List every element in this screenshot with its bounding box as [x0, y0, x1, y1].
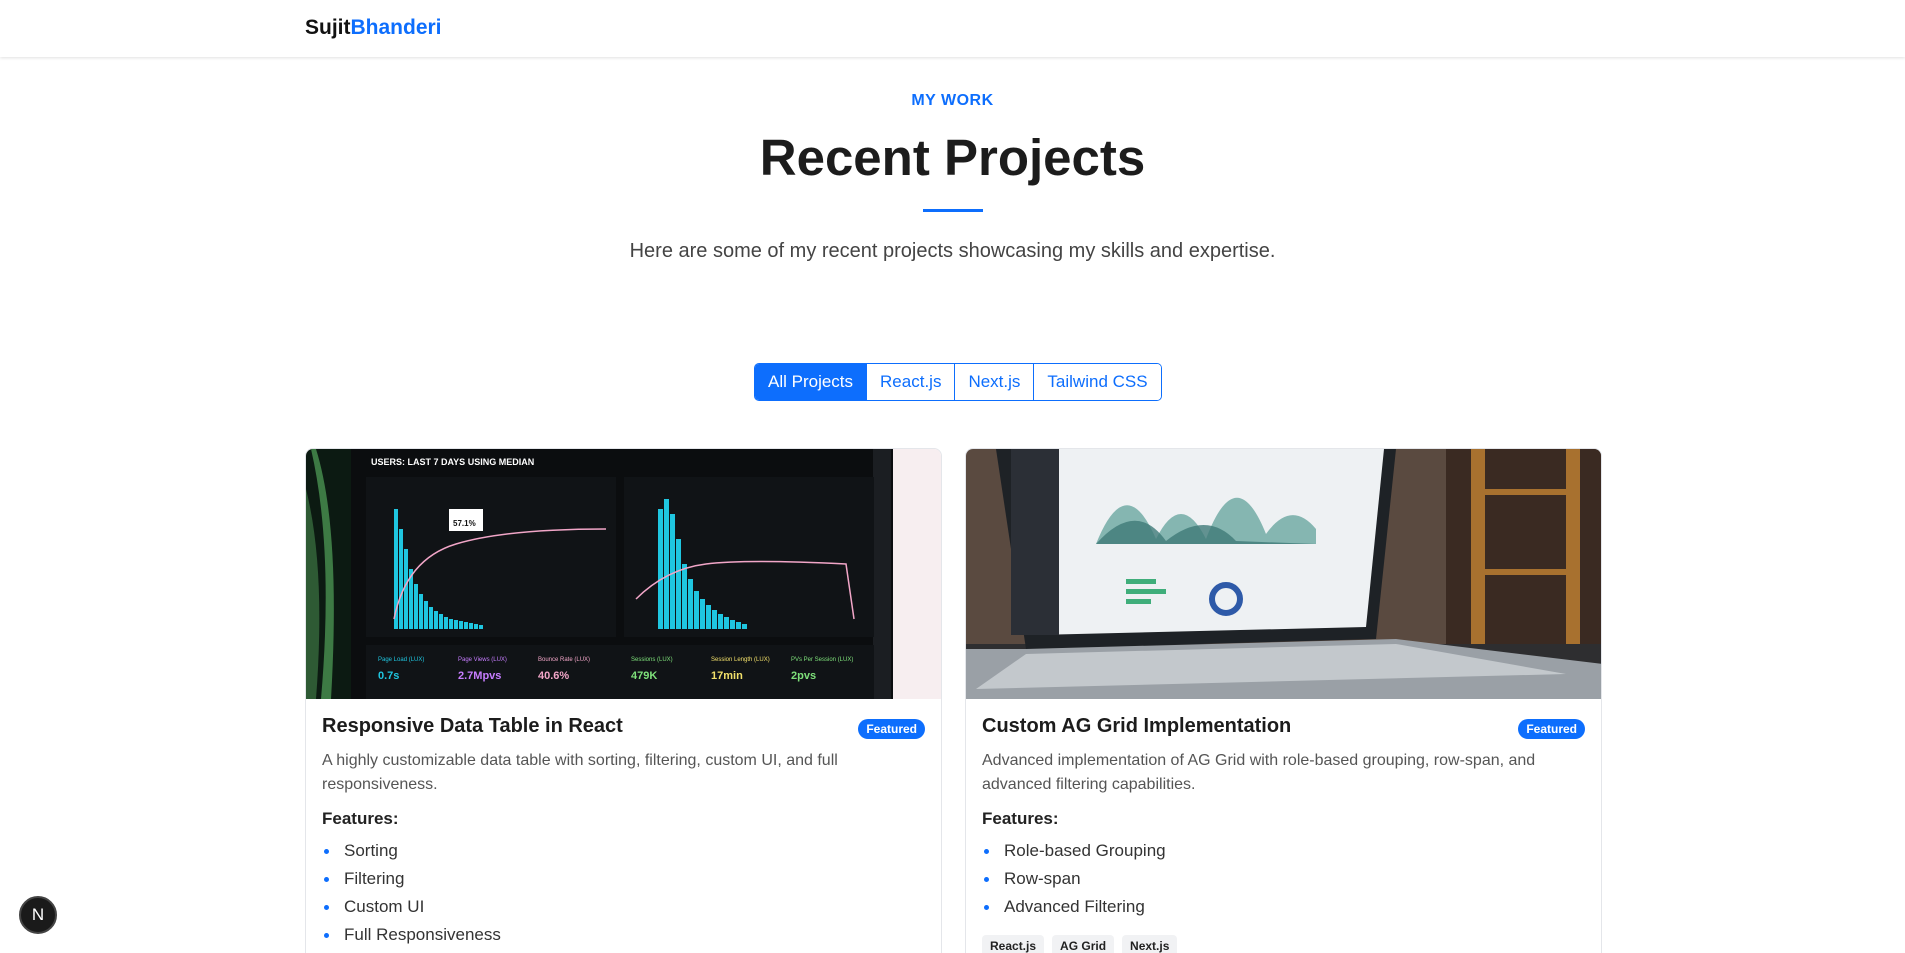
nextjs-dev-indicator-icon[interactable]: N — [19, 896, 57, 934]
project-filter-group: All Projects React.js Next.js Tailwind C… — [754, 363, 1162, 401]
tech-tag: AG Grid — [1052, 935, 1115, 953]
metric-label-page-load: Page Load (LUX) — [378, 657, 424, 663]
project-description: A highly customizable data table with so… — [322, 752, 838, 793]
featured-badge: Featured — [858, 719, 925, 739]
feature-item: Custom UI — [322, 893, 501, 921]
navbar: SujitBhanderi — [0, 0, 1905, 57]
brand-first-name: Sujit — [305, 16, 351, 39]
tech-tag: Next.js — [1122, 935, 1178, 953]
features-list: Sorting Filtering Custom UI Full Respons… — [322, 837, 501, 949]
section-label: MY WORK — [911, 92, 994, 109]
features-heading: Features: — [322, 809, 399, 828]
title-divider — [923, 209, 983, 212]
filter-react[interactable]: React.js — [867, 364, 956, 400]
dashboard-screenshot-image: USERS: LAST 7 DAYS USING MEDIAN 57.1% Pa… — [306, 449, 941, 699]
feature-item: Role-based Grouping — [982, 837, 1166, 865]
featured-badge: Featured — [1518, 719, 1585, 739]
project-title: Custom AG Grid Implementation — [982, 715, 1292, 737]
tech-tags: React.js AG Grid Next.js — [982, 935, 1178, 953]
metric-sessions: 479K — [631, 670, 657, 682]
tech-tag: React.js — [982, 935, 1045, 953]
project-image-dashboard: USERS: LAST 7 DAYS USING MEDIAN 57.1% Pa… — [306, 449, 941, 699]
brand-logo[interactable]: SujitBhanderi — [305, 16, 442, 40]
chart-tooltip-value: 57.1% — [453, 519, 476, 528]
features-heading: Features: — [982, 809, 1059, 828]
section-subtitle: Here are some of my recent projects show… — [629, 240, 1276, 262]
feature-item: Filtering — [322, 865, 501, 893]
project-image-laptop — [966, 449, 1601, 699]
feature-item: Full Responsiveness — [322, 921, 501, 949]
laptop-photo-image — [966, 449, 1601, 699]
project-title: Responsive Data Table in React — [322, 715, 623, 737]
features-list: Role-based Grouping Row-span Advanced Fi… — [982, 837, 1166, 921]
metric-label-sessions: Sessions (LUX) — [631, 657, 673, 663]
project-card[interactable]: USERS: LAST 7 DAYS USING MEDIAN 57.1% Pa… — [305, 448, 942, 953]
dashboard-header: USERS: LAST 7 DAYS USING MEDIAN — [371, 457, 534, 467]
filter-all-projects[interactable]: All Projects — [755, 364, 868, 400]
feature-item: Sorting — [322, 837, 501, 865]
metric-label-page-views: Page Views (LUX) — [458, 657, 507, 663]
metric-page-views: 2.7Mpvs — [458, 670, 501, 682]
project-description: Advanced implementation of AG Grid with … — [982, 752, 1536, 793]
metric-pvs: 2pvs — [791, 670, 816, 682]
metric-bounce-rate: 40.6% — [538, 670, 569, 682]
page-title: Recent Projects — [759, 129, 1146, 186]
filter-tailwind[interactable]: Tailwind CSS — [1034, 364, 1161, 400]
filter-nextjs[interactable]: Next.js — [955, 364, 1035, 400]
metric-label-bounce-rate: Bounce Rate (LUX) — [538, 657, 590, 663]
feature-item: Advanced Filtering — [982, 893, 1166, 921]
metric-label-session-length: Session Length (LUX) — [711, 657, 770, 663]
brand-last-name: Bhanderi — [350, 16, 442, 39]
feature-item: Row-span — [982, 865, 1166, 893]
metric-session-length: 17min — [711, 670, 743, 682]
metric-page-load: 0.7s — [378, 670, 399, 682]
metric-label-pvs-per-session: PVs Per Session (LUX) — [791, 657, 853, 663]
project-card[interactable]: Custom AG Grid Implementation Featured A… — [965, 448, 1602, 953]
